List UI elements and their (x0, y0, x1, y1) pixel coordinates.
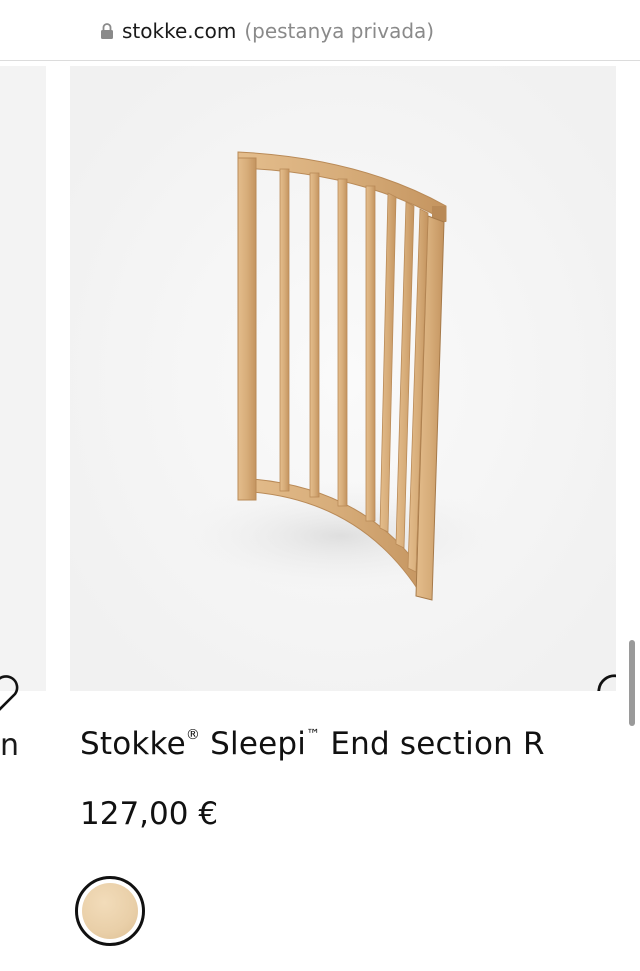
heart-outline-icon[interactable] (0, 672, 20, 718)
wishlist-button[interactable] (594, 670, 616, 691)
product-brand: Stokke (80, 726, 186, 762)
address-bar[interactable]: stokke.com (pestanya privada) (0, 0, 640, 61)
registered-mark: ® (185, 726, 201, 743)
trademark-mark: ™ (306, 726, 321, 743)
product-title[interactable]: Stokke® Sleepi™ End section R (80, 726, 545, 762)
heart-outline-icon (597, 674, 616, 691)
previous-product-title[interactable]: n (0, 728, 19, 763)
product-price: 127,00 € (80, 796, 219, 832)
previous-product-card[interactable] (0, 66, 46, 711)
natural-wood-swatch (82, 883, 138, 939)
product-image[interactable] (70, 66, 616, 691)
url-domain: stokke.com (122, 19, 237, 43)
url-display[interactable]: stokke.com (pestanya privada) (100, 18, 434, 44)
lock-icon (101, 23, 113, 39)
product-name-suffix: End section R (330, 726, 545, 762)
color-swatch[interactable] (75, 876, 145, 946)
product-card[interactable] (70, 66, 616, 691)
private-tab-label: (pestanya privada) (244, 19, 435, 43)
scrollbar[interactable] (629, 640, 635, 726)
product-line: Sleepi (210, 726, 307, 762)
